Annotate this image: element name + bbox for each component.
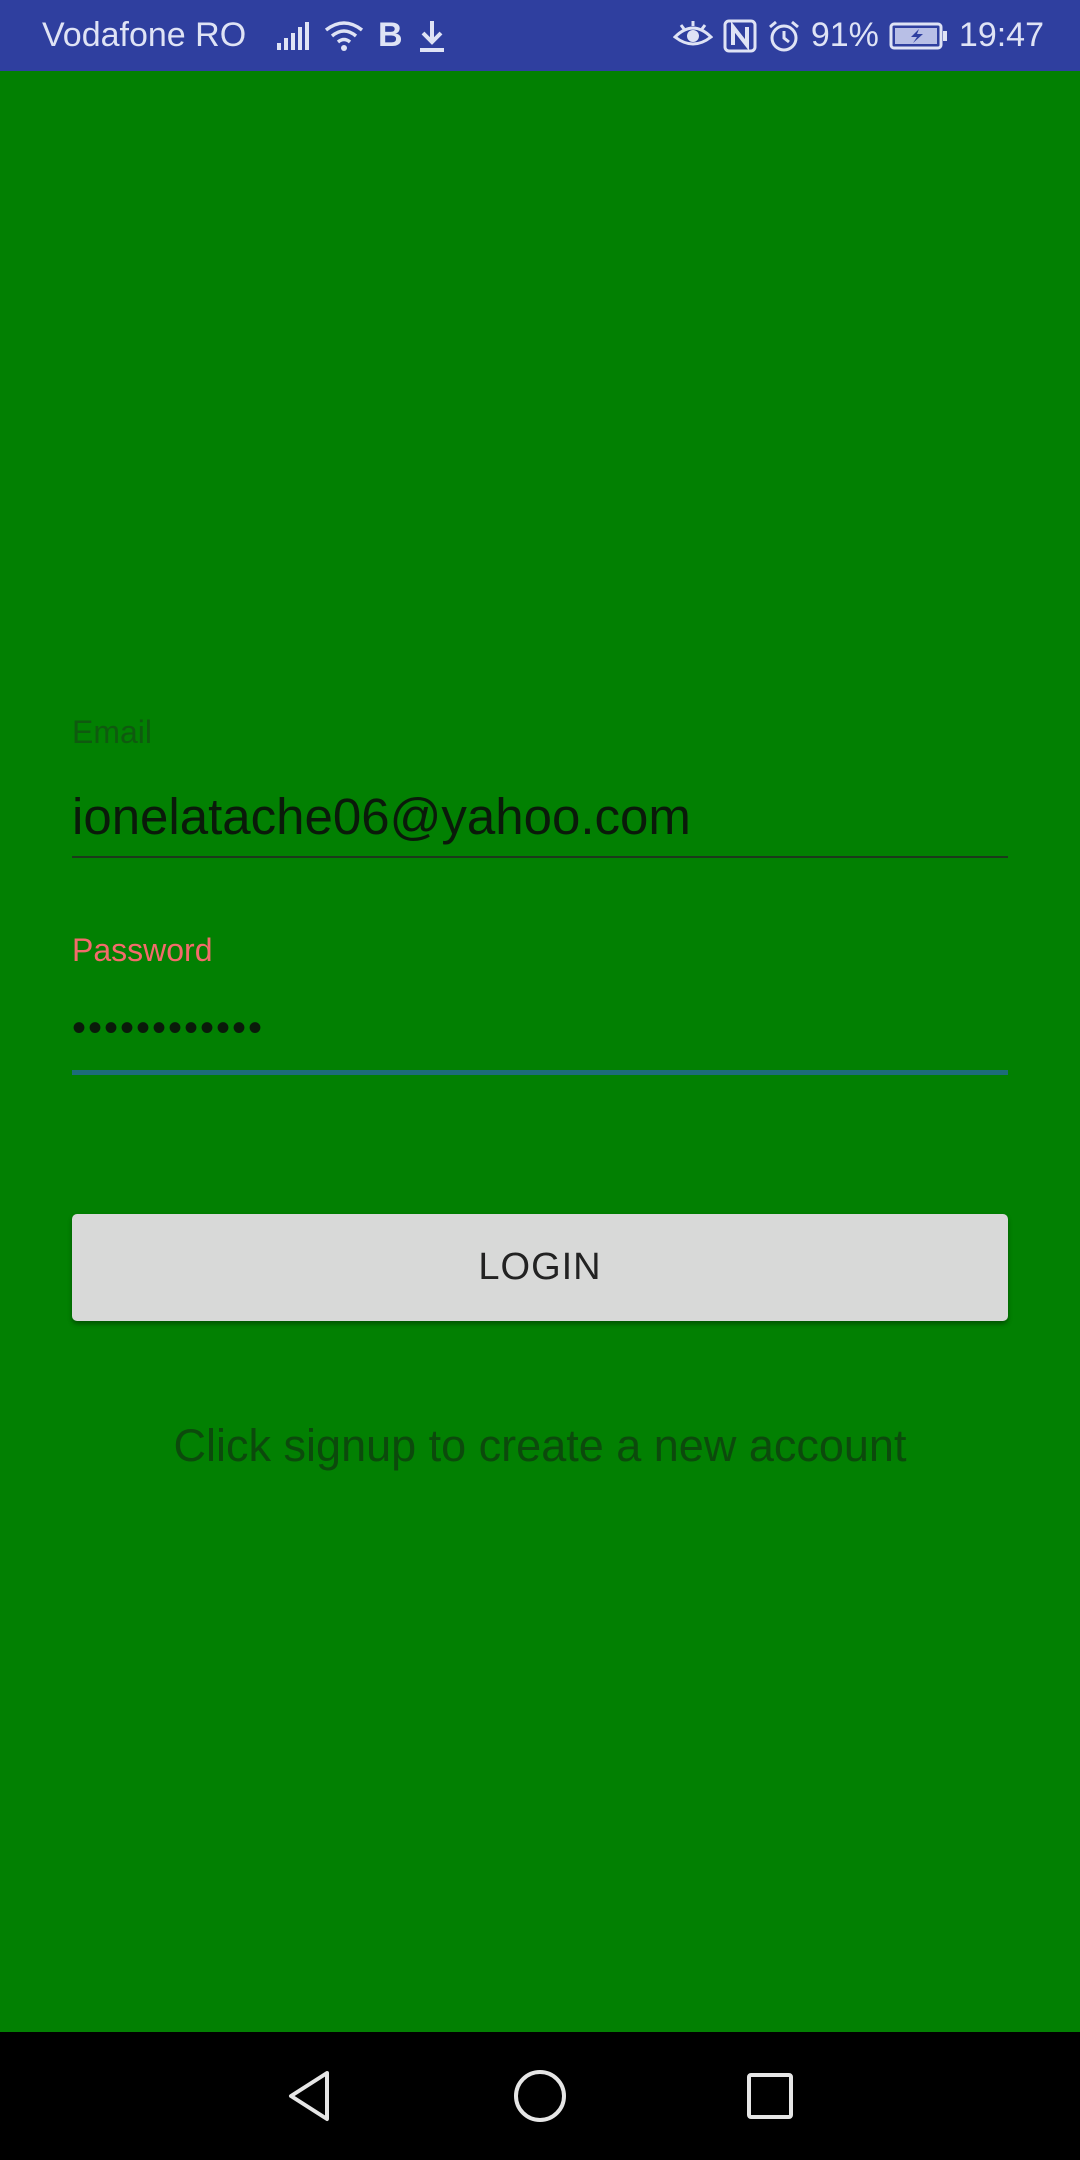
nfc-icon — [723, 19, 757, 53]
recents-icon[interactable] — [740, 2066, 800, 2126]
email-input[interactable]: ionelatache06@yahoo.com — [72, 786, 1008, 848]
battery-percent: 91% — [810, 16, 879, 54]
alarm-icon — [767, 19, 801, 53]
login-screen: Vodafone RO B 91% 19:47 Email ionelatach… — [0, 0, 1080, 2160]
signup-hint-text[interactable]: Click signup to create a new account — [0, 1420, 1080, 1472]
carrier-name: Vodafone RO — [42, 16, 247, 54]
password-underline — [72, 1070, 1008, 1075]
password-input[interactable]: •••••••••••• — [72, 998, 1008, 1058]
signal-icon — [276, 21, 310, 51]
download-icon — [417, 19, 447, 53]
status-left-icons: B — [276, 16, 447, 55]
back-icon[interactable] — [280, 2066, 340, 2126]
bluetooth-icon: B — [378, 16, 403, 54]
password-field[interactable]: Password •••••••••••• — [72, 932, 1008, 1075]
home-icon[interactable] — [510, 2066, 570, 2126]
password-label: Password — [72, 932, 213, 968]
login-button[interactable]: LOGIN — [72, 1214, 1008, 1321]
eye-icon — [672, 20, 713, 51]
wifi-icon — [324, 20, 364, 52]
battery-charging-icon — [889, 21, 949, 51]
clock: 19:47 — [958, 16, 1044, 54]
email-label: Email — [72, 714, 153, 750]
navigation-bar — [0, 2032, 1080, 2160]
status-right-icons: 91% 19:47 — [672, 16, 1044, 55]
status-bar: Vodafone RO B 91% 19:47 — [0, 0, 1080, 71]
email-field[interactable]: Email ionelatache06@yahoo.com — [72, 714, 1008, 858]
email-underline — [72, 856, 1008, 858]
